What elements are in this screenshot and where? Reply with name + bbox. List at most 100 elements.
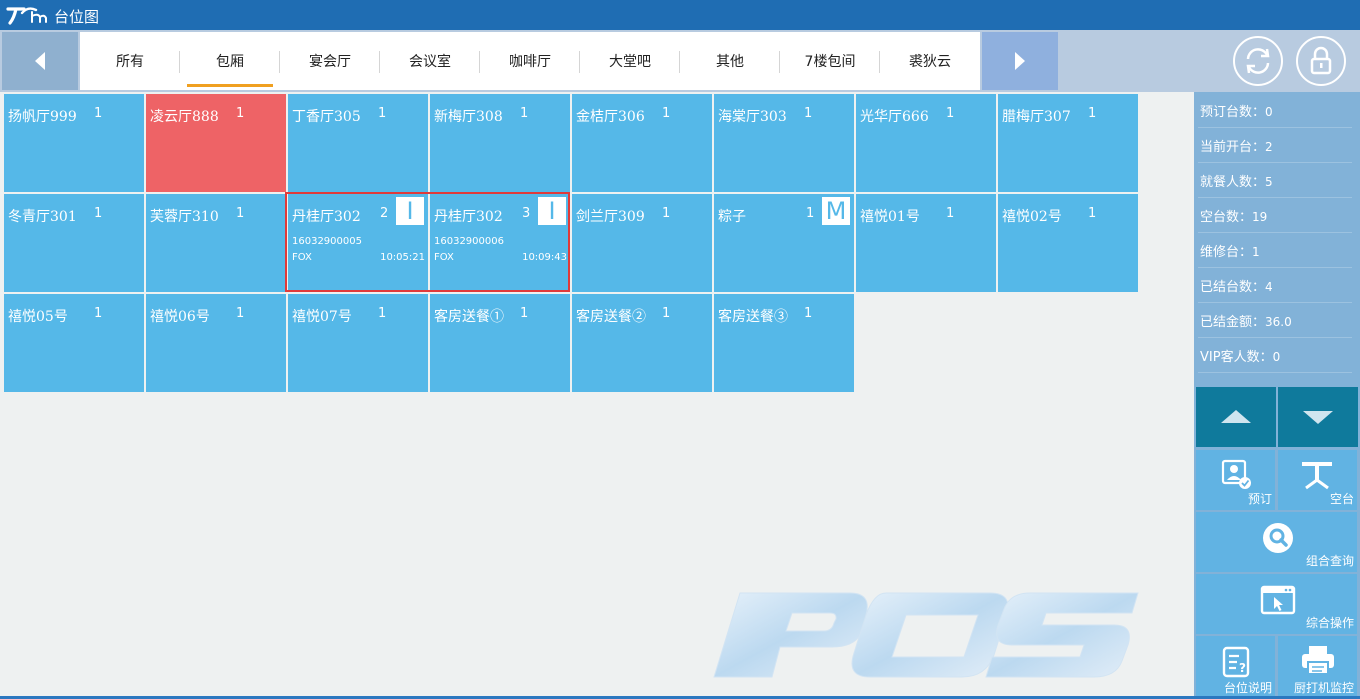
table-tile[interactable]: 丹桂厅302 3 I 16032900006 FOX 10:09:43 bbox=[430, 194, 570, 292]
general-ops-button[interactable]: 综合操作 bbox=[1196, 574, 1357, 634]
table-name: 腊梅厅307 bbox=[1002, 109, 1071, 125]
table-name: 禧悦02号 bbox=[1002, 209, 1062, 225]
table-tile[interactable]: 客房送餐② 1 bbox=[572, 294, 712, 392]
free-table-label: 空台 bbox=[1329, 492, 1354, 506]
table-tile[interactable]: 禧悦01号 1 bbox=[856, 194, 996, 292]
table-guest-count: 1 bbox=[662, 306, 671, 321]
stat-value: 19 bbox=[1252, 210, 1268, 224]
stat-row: 维修台：1 bbox=[1198, 232, 1352, 268]
tab-4[interactable]: 咖啡厅 bbox=[480, 32, 580, 90]
stat-value: 1 bbox=[1252, 245, 1260, 259]
printer-icon bbox=[1302, 646, 1334, 675]
stat-value: 2 bbox=[1265, 140, 1273, 154]
table-tile[interactable]: 粽子 1 M bbox=[714, 194, 854, 292]
table-name: 冬青厅301 bbox=[8, 209, 77, 225]
tab-label: 7楼包间 bbox=[804, 54, 856, 70]
stat-label: 空台数： bbox=[1200, 210, 1253, 225]
table-guest-count: 1 bbox=[662, 206, 671, 221]
table-guest-count: 1 bbox=[378, 306, 387, 321]
stat-value: 36.0 bbox=[1265, 315, 1292, 329]
tab-2[interactable]: 宴会厅 bbox=[280, 32, 380, 90]
table-tile[interactable]: 海棠厅303 1 bbox=[714, 94, 854, 192]
lock-icon bbox=[1310, 46, 1332, 75]
tab-label: 宴会厅 bbox=[309, 54, 351, 70]
chevron-left-icon bbox=[35, 52, 45, 70]
title-bar: 台位图 bbox=[0, 0, 1360, 30]
tab-3[interactable]: 会议室 bbox=[380, 32, 480, 90]
stat-label: VIP客人数： bbox=[1200, 350, 1273, 365]
table-tile[interactable]: 剑兰厅309 1 bbox=[572, 194, 712, 292]
table-tile[interactable]: 禧悦02号 1 bbox=[998, 194, 1138, 292]
table-tile[interactable]: 冬青厅301 1 bbox=[4, 194, 144, 292]
table-name: 客房送餐③ bbox=[718, 309, 788, 325]
lock-button[interactable] bbox=[1296, 36, 1346, 86]
stat-row: 空台数：19 bbox=[1198, 197, 1352, 233]
table-tile[interactable]: 禧悦07号 1 bbox=[288, 294, 428, 392]
table-tile[interactable]: 金桔厅306 1 bbox=[572, 94, 712, 192]
tab-8[interactable]: 裘狄云 bbox=[880, 32, 980, 90]
table-guest-count: 1 bbox=[946, 206, 955, 221]
triangle-up-icon bbox=[1221, 410, 1251, 423]
tab-label: 其他 bbox=[716, 54, 744, 70]
stat-row: 已结台数：4 bbox=[1198, 267, 1352, 303]
chevron-right-icon bbox=[1015, 52, 1025, 70]
window-title: 台位图 bbox=[54, 8, 100, 26]
table-tile[interactable]: 扬帆厅999 1 bbox=[4, 94, 144, 192]
reserve-label: 预订 bbox=[1247, 492, 1272, 506]
printer-monitor-label: 厨打机监控 bbox=[1293, 681, 1354, 695]
table-tile[interactable]: 新梅厅308 1 bbox=[430, 94, 570, 192]
table-tile[interactable]: 芙蓉厅310 1 bbox=[146, 194, 286, 292]
stat-value: 0 bbox=[1265, 105, 1273, 119]
tab-label: 所有 bbox=[116, 54, 144, 70]
table-status-badge: I bbox=[396, 197, 424, 225]
table-name: 客房送餐① bbox=[434, 309, 504, 325]
tab-7[interactable]: 7楼包间 bbox=[780, 32, 880, 90]
table-guest-count: 1 bbox=[804, 306, 813, 321]
stat-row: VIP客人数：0 bbox=[1198, 337, 1352, 373]
table-name: 粽子 bbox=[718, 209, 746, 225]
table-guest-count: 1 bbox=[662, 106, 671, 121]
stat-label: 维修台： bbox=[1200, 245, 1253, 260]
combined-query-button[interactable]: 组合查询 bbox=[1196, 512, 1357, 572]
refresh-icon bbox=[1246, 48, 1270, 74]
stat-row: 就餐人数：5 bbox=[1198, 162, 1352, 198]
table-notes-button[interactable]: ? 台位说明 bbox=[1196, 636, 1275, 699]
stat-text: 当前开台：2 bbox=[1200, 136, 1273, 155]
tab-6[interactable]: 其他 bbox=[680, 32, 780, 90]
table-guest-count: 1 bbox=[94, 306, 103, 321]
table-guest-count: 2 bbox=[380, 206, 389, 221]
table-guest-count: 1 bbox=[520, 106, 529, 121]
table-name: 凌云厅888 bbox=[150, 109, 219, 125]
tab-1[interactable]: 包厢 bbox=[180, 32, 280, 90]
table-tile[interactable]: 凌云厅888 1 bbox=[146, 94, 286, 192]
table-name: 光华厅666 bbox=[860, 109, 929, 125]
refresh-button[interactable] bbox=[1233, 36, 1283, 86]
scroll-down-button[interactable] bbox=[1278, 387, 1358, 447]
table-tile[interactable]: 客房送餐① 1 bbox=[430, 294, 570, 392]
prev-tab-button[interactable] bbox=[2, 32, 78, 90]
tab-label: 包厢 bbox=[216, 54, 244, 70]
table-tile[interactable]: 腊梅厅307 1 bbox=[998, 94, 1138, 192]
next-tab-button[interactable] bbox=[982, 32, 1058, 90]
table-tile[interactable]: 光华厅666 1 bbox=[856, 94, 996, 192]
stat-text: 已结台数：4 bbox=[1200, 276, 1273, 295]
printer-monitor-button[interactable]: 厨打机监控 bbox=[1278, 636, 1357, 699]
table-guest-count: 1 bbox=[520, 306, 529, 321]
table-guest-count: 1 bbox=[804, 106, 813, 121]
table-guest-count: 1 bbox=[236, 206, 245, 221]
reserve-button[interactable]: 预订 bbox=[1196, 450, 1275, 510]
tab-5[interactable]: 大堂吧 bbox=[580, 32, 680, 90]
pos-watermark-logo bbox=[713, 592, 1139, 678]
table-notes-label: 台位说明 bbox=[1223, 681, 1272, 695]
scroll-up-button[interactable] bbox=[1196, 387, 1276, 447]
table-tile[interactable]: 禧悦05号 1 bbox=[4, 294, 144, 392]
table-guest-count: 3 bbox=[522, 206, 531, 221]
free-table-button[interactable]: 空台 bbox=[1278, 450, 1357, 510]
table-tile[interactable]: 丁香厅305 1 bbox=[288, 94, 428, 192]
table-tile[interactable]: 丹桂厅302 2 I 16032900005 FOX 10:05:21 bbox=[288, 194, 428, 292]
tab-0[interactable]: 所有 bbox=[80, 32, 180, 90]
table-tile[interactable]: 客房送餐③ 1 bbox=[714, 294, 854, 392]
table-tile[interactable]: 禧悦06号 1 bbox=[146, 294, 286, 392]
table-name: 丹桂厅302 bbox=[434, 209, 503, 225]
right-panel: 预订台数：0 当前开台：2 就餐人数：5 空台数：19 维修台：1 已结台数：4 已结金额：… bbox=[1194, 92, 1360, 699]
